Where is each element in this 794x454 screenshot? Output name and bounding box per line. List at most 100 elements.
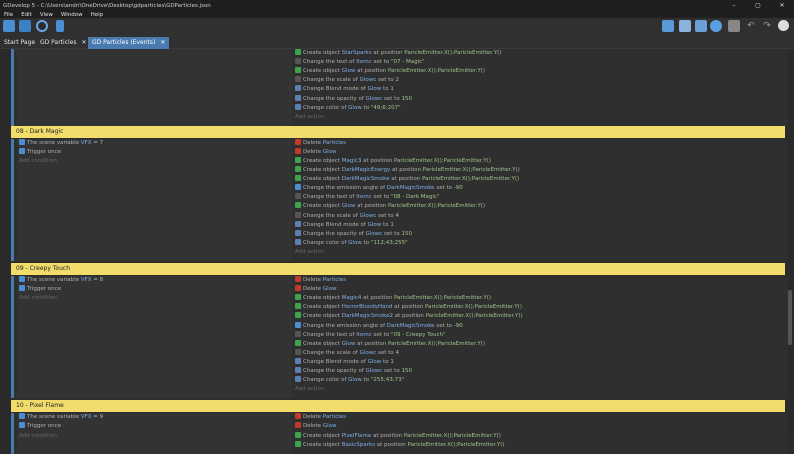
parameter-value[interactable]: ParicleEmitter.X();ParicleEmitter.Y(): [388, 68, 485, 74]
object-name[interactable]: VFX: [81, 414, 92, 420]
action-row[interactable]: Delete Particles: [295, 413, 346, 422]
condition-row[interactable]: Trigger once: [19, 285, 61, 294]
add-action-link[interactable]: Add action: [295, 385, 324, 394]
object-name[interactable]: Particles: [323, 140, 346, 146]
parameter-value[interactable]: 4: [395, 350, 399, 356]
condition-row[interactable]: The scene variable VFX = 8: [19, 276, 103, 285]
parameter-value[interactable]: 1: [390, 86, 394, 92]
action-row[interactable]: Delete Particles: [295, 138, 346, 148]
action-row[interactable]: Create object PixelFlame at position Par…: [295, 431, 501, 441]
action-row[interactable]: Change the scale of Glowc set to 2: [295, 76, 399, 85]
menu-edit[interactable]: Edit: [17, 12, 36, 18]
parameter-value[interactable]: ParicleEmitter.X();ParicleEmitter.Y(): [425, 304, 522, 310]
action-row[interactable]: Change the emission angle of DarkMagicSm…: [295, 184, 463, 193]
redo-icon[interactable]: ↷: [761, 20, 773, 32]
action-row[interactable]: Change the text of Itemc set to "07 - Ma…: [295, 58, 425, 67]
project-manager-icon[interactable]: [3, 20, 15, 32]
event-group-header[interactable]: 09 - Creepy Touch: [11, 263, 785, 276]
delete-icon[interactable]: [728, 20, 740, 32]
action-row[interactable]: Delete Glow: [295, 422, 336, 431]
object-name[interactable]: Glow: [348, 105, 362, 111]
action-row[interactable]: Change the scale of Glowc set to 4: [295, 211, 399, 221]
action-row[interactable]: Create object Glow at position ParicleEm…: [295, 202, 485, 211]
condition-row[interactable]: Trigger once: [19, 147, 61, 157]
object-name[interactable]: DarkMagicEnergy: [342, 167, 390, 173]
actions-column[interactable]: Delete Particles Delete Glow Create object…: [294, 276, 788, 399]
maximize-button[interactable]: ▢: [746, 0, 770, 11]
parameter-value[interactable]: ParicleEmitter.X();ParicleEmitter.Y(): [408, 442, 505, 448]
event-block[interactable]: Create object StarSparks at position Par…: [11, 49, 788, 126]
object-name[interactable]: Glow: [342, 68, 356, 74]
object-name[interactable]: DarkMagicSmoke: [387, 323, 435, 329]
action-row[interactable]: Change Blend mode of Glow to 1: [295, 357, 394, 367]
add-condition-link[interactable]: Add condition: [19, 157, 57, 166]
conditions-column[interactable]: The scene variable VFX = 8 Trigger once Ad…: [17, 276, 292, 399]
undo-icon[interactable]: ↶: [745, 20, 757, 32]
parameter-value[interactable]: ParicleEmitter.X();ParicleEmitter.Y(): [388, 203, 485, 209]
object-name[interactable]: Glow: [342, 341, 356, 347]
object-name[interactable]: Magic3: [342, 158, 362, 164]
object-name[interactable]: Particles: [323, 414, 346, 420]
parameter-value[interactable]: -90: [454, 185, 463, 191]
add-icon[interactable]: [710, 20, 722, 32]
tab-gd-particles[interactable]: GD Particles ✕: [36, 37, 91, 49]
object-name[interactable]: Glow: [348, 377, 362, 383]
parameter-value[interactable]: 1: [390, 222, 394, 228]
close-tab-icon[interactable]: ✕: [160, 39, 165, 46]
tab-start-page[interactable]: Start Page: [0, 37, 39, 49]
action-row[interactable]: Change the emission angle of DarkMagicSm…: [295, 321, 463, 331]
action-row[interactable]: Change the opacity of Glowc set to 150: [295, 367, 412, 376]
action-row[interactable]: Change the text of Itemc set to "09 - Cr…: [295, 330, 446, 340]
minimize-button[interactable]: –: [722, 0, 746, 11]
action-row[interactable]: Delete Particles: [295, 276, 346, 285]
object-name[interactable]: Glow: [348, 240, 362, 246]
action-row[interactable]: Create object BasicSparks at position Pa…: [295, 440, 505, 450]
parameter-value[interactable]: "49;6;207": [371, 105, 401, 111]
event-block[interactable]: The scene variable VFX = 8 Trigger once Ad…: [11, 276, 788, 399]
menu-view[interactable]: View: [36, 12, 57, 18]
action-row[interactable]: Create object HorrorBloodyHand at positi…: [295, 303, 522, 312]
object-name[interactable]: Glowc: [366, 231, 383, 237]
add-subevent-icon[interactable]: [679, 20, 691, 32]
parameter-value[interactable]: 150: [401, 368, 412, 374]
add-condition-link[interactable]: Add condition: [19, 432, 57, 441]
object-name[interactable]: Glowc: [360, 213, 377, 219]
object-name[interactable]: Itemc: [356, 59, 372, 65]
open-project-icon[interactable]: [19, 20, 31, 32]
action-row[interactable]: Change Blend mode of Glow to 1: [295, 220, 394, 230]
parameter-value[interactable]: ParicleEmitter.X();ParicleEmitter.Y(): [394, 158, 491, 164]
conditions-column[interactable]: [17, 49, 292, 126]
action-row[interactable]: Create object Magic3 at position Paricle…: [295, 156, 491, 166]
add-condition-link[interactable]: Add condition: [19, 294, 57, 303]
action-row[interactable]: Create object Glow at position ParicleEm…: [295, 67, 485, 76]
actions-column[interactable]: Delete Particles Delete Glow Create object…: [294, 413, 788, 454]
actions-column[interactable]: Create object StarSparks at position Par…: [294, 49, 788, 126]
tab-gd-particles-events[interactable]: GD Particles (Events) ✕: [88, 37, 170, 49]
parameter-value[interactable]: ParicleEmitter.X();ParicleEmitter.Y(): [422, 176, 519, 182]
search-icon[interactable]: [778, 20, 789, 31]
add-comment-icon[interactable]: [695, 20, 707, 32]
object-name[interactable]: Itemc: [356, 194, 372, 200]
object-name[interactable]: Magic4: [342, 295, 362, 301]
parameter-value[interactable]: "07 - Magic": [391, 59, 425, 65]
menu-file[interactable]: File: [0, 12, 17, 18]
action-row[interactable]: Delete Glow: [295, 285, 336, 294]
object-name[interactable]: Glow: [323, 149, 337, 155]
menu-help[interactable]: Help: [87, 12, 108, 18]
condition-row[interactable]: The scene variable VFX = 7: [19, 138, 103, 148]
object-name[interactable]: PixelFlame: [342, 433, 372, 439]
action-row[interactable]: Change color of Glow to "49;6;207": [295, 103, 401, 113]
event-group-header[interactable]: 08 - Dark Magic: [11, 125, 785, 138]
parameter-value[interactable]: ParicleEmitter.X();ParicleEmitter.Y(): [426, 313, 523, 319]
action-row[interactable]: Create object DarkMagicEnergy at positio…: [295, 166, 520, 175]
parameter-value[interactable]: ParicleEmitter.X();ParicleEmitter.Y(): [404, 433, 501, 439]
event-block[interactable]: The scene variable VFX = 7 Trigger once Ad…: [11, 138, 788, 262]
object-name[interactable]: DarkMagicSmoke: [342, 176, 390, 182]
conditions-column[interactable]: The scene variable VFX = 7 Trigger once Ad…: [17, 138, 292, 262]
action-row[interactable]: Change Blend mode of Glow to 1: [295, 85, 394, 94]
parameter-value[interactable]: ParicleEmitter.X();ParicleEmitter.Y(): [394, 295, 491, 301]
object-name[interactable]: HorrorBloodyHand: [342, 304, 393, 310]
event-group-header[interactable]: 10 - Pixel Flame: [11, 400, 785, 413]
actions-column[interactable]: Delete Particles Delete Glow Create object…: [294, 138, 788, 262]
conditions-column[interactable]: The scene variable VFX = 9 Trigger once Ad…: [17, 413, 292, 454]
